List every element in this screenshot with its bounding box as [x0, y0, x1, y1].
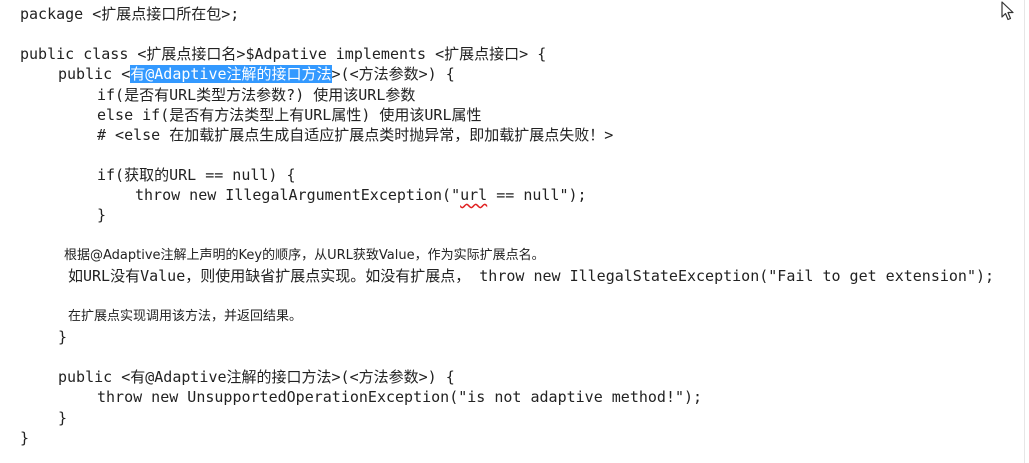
code-line-close-class: } — [20, 429, 30, 447]
code-line-throw-unsupported: throw new UnsupportedOperationException(… — [97, 388, 703, 406]
code-line-else-if-url-attr: else if(是否有方法类型上有URL属性) 使用该URL属性 — [97, 106, 482, 124]
code-line-else-comment: # <else 在加载扩展点生成自适应扩展点类时抛异常，即加载扩展点失败！> — [97, 126, 614, 144]
code-line-non-adaptive-signature: public <有@Adaptive注解的接口方法>(<方法参数>) { — [58, 368, 455, 386]
code-line-key-order-note: 根据@Adaptive注解上声明的Key的顺序，从URL获致Value，作为实际… — [64, 248, 545, 263]
editor-right-border — [1024, 0, 1025, 463]
mouse-cursor-icon — [1001, 1, 1015, 21]
method-signature-prefix: public < — [58, 65, 131, 83]
code-line-throw-illegal-argument: throw new IllegalArgumentException("url … — [135, 185, 587, 205]
text-selection[interactable]: 有@Adaptive注解的接口方法 — [130, 65, 332, 83]
code-line-default-extension-note: 如URL没有Value，则使用缺省扩展点实现。如没有扩展点， throw new… — [68, 267, 995, 285]
method-signature-suffix: >(<方法参数>) { — [331, 65, 455, 83]
code-line-close-if: } — [97, 206, 107, 224]
code-line-if-url-null: if(获取的URL == null) { — [97, 166, 296, 184]
spelling-error-word: url — [460, 186, 488, 204]
code-line-if-url-param: if(是否有URL类型方法参数?) 使用该URL参数 — [97, 86, 416, 104]
code-line-invoke-note: 在扩展点实现调用该方法，并返回结果。 — [68, 309, 303, 324]
code-line-package: package <扩展点接口所在包>; — [20, 5, 240, 23]
code-editor[interactable]: package <扩展点接口所在包>; public class <扩展点接口名… — [0, 0, 1029, 463]
code-line-close-method-2: } — [58, 409, 68, 427]
code-line-class-declaration: public class <扩展点接口名>$Adpative implement… — [20, 45, 547, 63]
throw-prefix: throw new IllegalArgumentException(" — [135, 186, 461, 204]
throw-suffix: == null"); — [487, 186, 587, 204]
code-line-close-method: } — [58, 328, 68, 346]
code-line-method-signature: public <有@Adaptive注解的接口方法>(<方法参数>) { — [58, 64, 455, 84]
